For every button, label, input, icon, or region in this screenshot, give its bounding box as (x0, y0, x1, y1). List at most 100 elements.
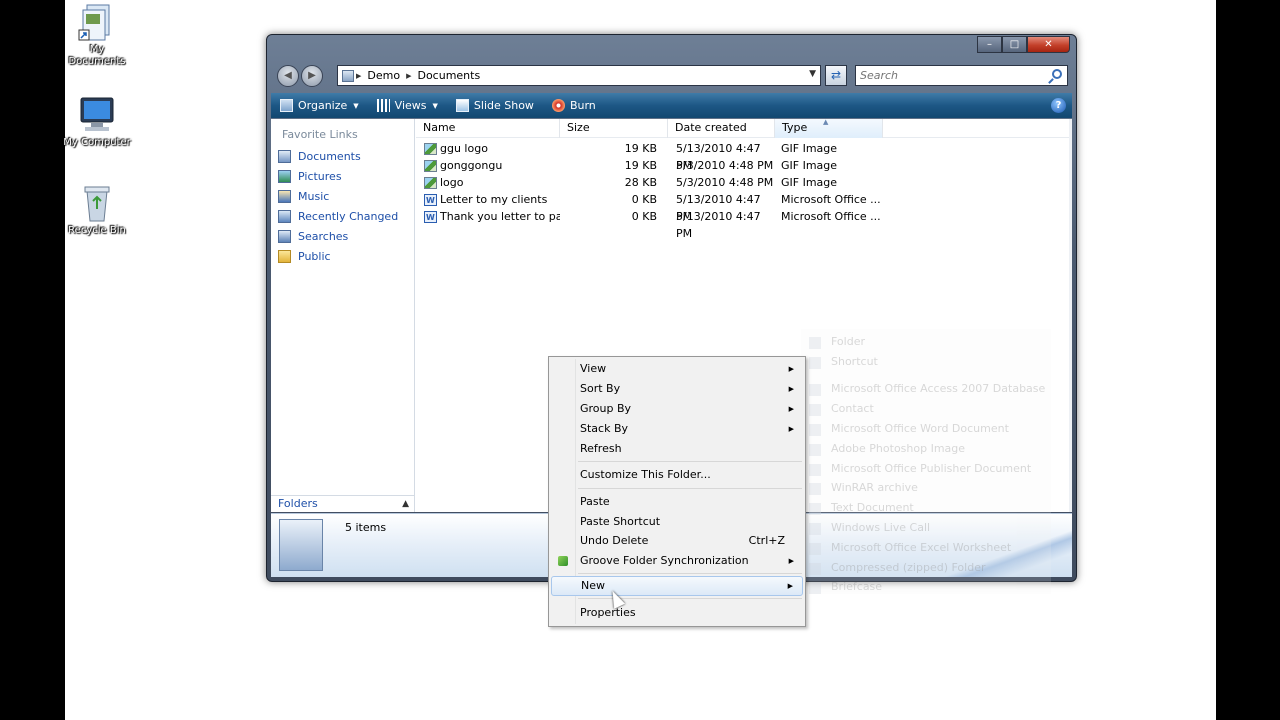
menu-item-customize-folder[interactable]: Customize This Folder... (551, 465, 803, 485)
slideshow-button[interactable]: Slide Show (447, 93, 543, 118)
breadcrumb-documents[interactable]: Documents (413, 69, 484, 82)
new-submenu-item[interactable]: Shortcut (831, 355, 878, 368)
file-date: 5/13/2010 4:47 PM (676, 193, 761, 223)
submenu-arrow-icon: ▶ (788, 557, 794, 565)
address-bar[interactable]: ▶ Demo ▶ Documents ▼ (337, 65, 821, 86)
new-submenu-item[interactable]: WinRAR archive (831, 481, 918, 494)
desktop-icon-label: My Documents (68, 44, 126, 67)
minimize-button[interactable]: – (977, 36, 1002, 53)
search-icon[interactable] (1052, 69, 1062, 79)
word-document-icon (809, 424, 821, 436)
new-submenu-item[interactable]: Contact (831, 402, 874, 415)
menu-item-refresh[interactable]: Refresh (551, 439, 803, 459)
file-row[interactable]: gonggongu 19 KB 5/3/2010 4:48 PM GIF Ima… (416, 157, 883, 174)
file-row[interactable]: ggu logo 19 KB 5/13/2010 4:47 PM GIF Ima… (416, 140, 883, 172)
column-header-date-created[interactable]: Date created (668, 119, 775, 138)
navigation-pane: Favorite Links Documents Pictures Music … (271, 119, 415, 512)
menu-item-undo-delete[interactable]: Undo Delete Ctrl+Z (551, 531, 803, 551)
new-submenu-item[interactable]: Microsoft Office Publisher Document (831, 462, 1031, 475)
column-header-name[interactable]: Name (416, 119, 560, 138)
menu-separator (578, 488, 802, 489)
close-button[interactable]: ✕ (1027, 36, 1070, 53)
nav-item-label: Searches (298, 230, 349, 243)
new-submenu-item[interactable]: Adobe Photoshop Image (831, 442, 965, 455)
new-submenu-item[interactable]: Microsoft Office Excel Worksheet (831, 541, 1011, 554)
nav-item-searches[interactable]: Searches (278, 230, 348, 243)
organize-button[interactable]: Organize ▼ (271, 93, 368, 118)
menu-item-label: Customize This Folder... (580, 468, 711, 481)
menu-item-groove-sync[interactable]: Groove Folder Synchronization ▶ (551, 551, 803, 571)
command-toolbar: Organize ▼ Views ▼ Slide Show Burn ? (271, 93, 1072, 118)
views-button[interactable]: Views ▼ (368, 93, 447, 118)
breadcrumb-separator-icon[interactable]: ▶ (354, 72, 363, 80)
submenu-arrow-icon: ▶ (788, 385, 794, 393)
menu-item-new[interactable]: New ▶ (551, 576, 803, 596)
sort-ascending-icon: ▲ (823, 118, 829, 126)
new-submenu-item[interactable]: Text Document (831, 501, 914, 514)
file-row[interactable]: Thank you letter to par... 0 KB 5/13/201… (416, 208, 883, 240)
menu-item-view[interactable]: View ▶ (551, 359, 803, 379)
back-button[interactable]: ◀ (277, 65, 299, 87)
menu-item-stack-by[interactable]: Stack By ▶ (551, 419, 803, 439)
folder-icon (342, 69, 354, 82)
maximize-button[interactable]: □ (1002, 36, 1027, 53)
desktop-icon-my-computer[interactable]: My Computer (62, 95, 132, 149)
file-size: 28 KB (624, 176, 657, 189)
new-submenu-item[interactable]: Microsoft Office Word Document (831, 422, 1009, 435)
search-input[interactable] (856, 66, 1036, 85)
folders-toggle[interactable]: Folders ▲ (271, 495, 415, 512)
gif-image-icon (424, 176, 437, 189)
vertical-scrollbar[interactable] (1069, 119, 1072, 512)
new-submenu-item[interactable]: Folder (831, 335, 865, 348)
breadcrumb-separator-icon[interactable]: ▶ (404, 72, 413, 80)
menu-item-properties[interactable]: Properties (551, 603, 803, 623)
file-type: GIF Image (781, 142, 838, 155)
chevron-down-icon: ▼ (432, 101, 438, 110)
file-size: 19 KB (624, 142, 657, 155)
new-submenu-faded: Folder Shortcut Microsoft Office Access … (801, 329, 1051, 594)
new-submenu-item[interactable]: Microsoft Office Access 2007 Database (831, 382, 1045, 395)
word-document-icon (424, 209, 437, 225)
menu-item-paste-shortcut[interactable]: Paste Shortcut (551, 512, 803, 532)
nav-item-pictures[interactable]: Pictures (278, 170, 342, 183)
burn-button[interactable]: Burn (543, 93, 605, 118)
column-header-type[interactable]: Type ▲ (775, 118, 883, 138)
desktop-icon-my-documents[interactable]: My Documents (62, 2, 132, 68)
menu-item-sort-by[interactable]: Sort By ▶ (551, 379, 803, 399)
menu-item-paste[interactable]: Paste (551, 492, 803, 512)
file-row[interactable]: logo 28 KB 5/3/2010 4:48 PM GIF Image (416, 174, 883, 191)
desktop-icon-recycle-bin[interactable]: Recycle Bin (62, 183, 132, 237)
slideshow-label: Slide Show (473, 99, 534, 112)
nav-item-music[interactable]: Music (278, 190, 329, 203)
forward-button[interactable]: ▶ (301, 65, 323, 87)
nav-item-recently-changed[interactable]: Recently Changed (278, 210, 398, 223)
new-submenu-item[interactable]: Windows Live Call (831, 521, 930, 534)
file-row[interactable]: Letter to my clients 0 KB 5/13/2010 4:47… (416, 191, 883, 223)
gif-image-icon (424, 142, 437, 155)
new-submenu-item[interactable]: Briefcase (831, 580, 882, 593)
column-header-size[interactable]: Size (560, 119, 668, 138)
help-icon[interactable]: ? (1051, 98, 1066, 113)
chevron-down-icon: ▼ (353, 101, 359, 110)
file-name: Letter to my clients (440, 193, 548, 206)
file-date: 5/3/2010 4:48 PM (676, 176, 774, 189)
search-box (855, 65, 1068, 86)
views-label: Views (394, 99, 427, 112)
navigation-row: ◀ ▶ ▶ Demo ▶ Documents ▼ ⇄ (273, 61, 1070, 89)
file-type: GIF Image (781, 176, 838, 189)
nav-item-public[interactable]: Public (278, 250, 331, 263)
music-icon (278, 190, 291, 203)
nav-item-documents[interactable]: Documents (278, 150, 361, 163)
file-size: 0 KB (631, 210, 657, 223)
recently-changed-icon (278, 210, 291, 223)
new-submenu-item[interactable]: Compressed (zipped) Folder (831, 561, 985, 574)
nav-item-label: Music (298, 190, 330, 203)
breadcrumb-demo[interactable]: Demo (363, 69, 404, 82)
menu-item-group-by[interactable]: Group By ▶ (551, 399, 803, 419)
file-name: ggu logo (440, 142, 488, 155)
documents-icon (278, 150, 291, 163)
file-type: GIF Image (781, 159, 838, 172)
refresh-button[interactable]: ⇄ (825, 65, 847, 86)
file-date: 5/3/2010 4:48 PM (676, 159, 774, 172)
address-dropdown-icon[interactable]: ▼ (809, 69, 816, 79)
